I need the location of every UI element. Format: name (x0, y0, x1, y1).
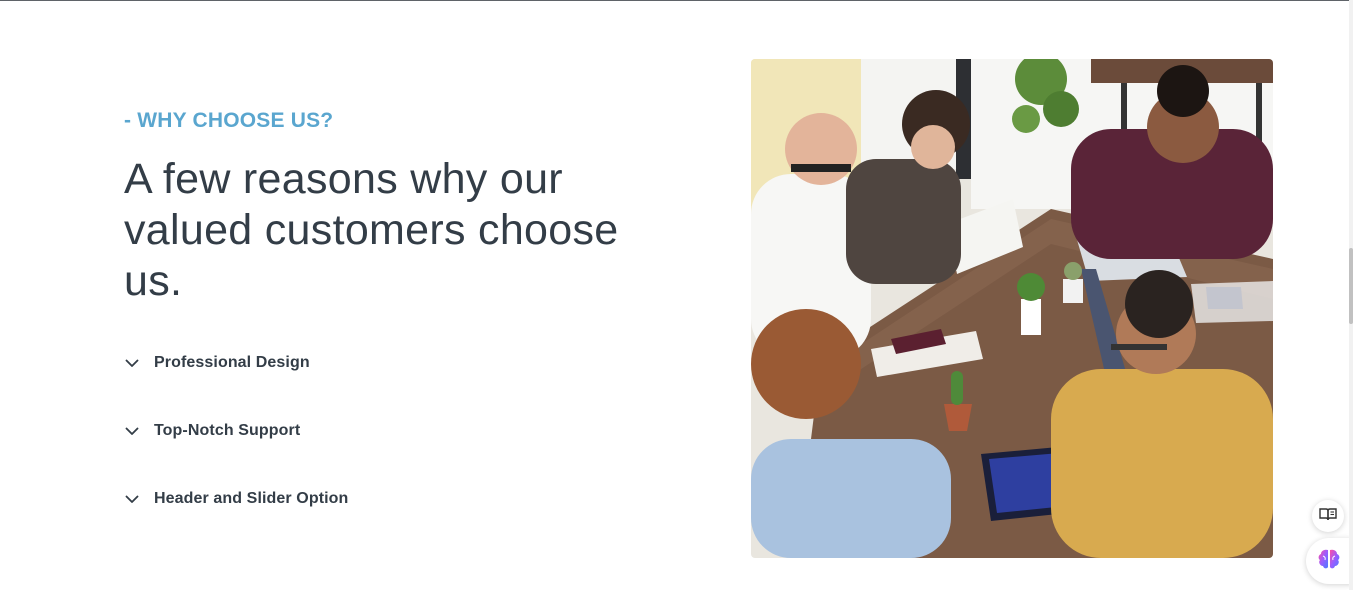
reader-mode-button[interactable] (1312, 500, 1344, 532)
brain-icon (1317, 548, 1341, 575)
accordion-item-professional-design[interactable]: Professional Design (124, 346, 624, 380)
why-choose-us-section: - WHY CHOOSE US? A few reasons why our v… (124, 108, 664, 307)
chevron-down-icon (124, 491, 140, 507)
ai-assistant-button[interactable] (1306, 538, 1352, 584)
accordion-item-top-notch-support[interactable]: Top-Notch Support (124, 414, 624, 448)
top-divider (0, 0, 1353, 1)
chevron-down-icon (124, 423, 140, 439)
page: - WHY CHOOSE US? A few reasons why our v… (0, 0, 1353, 590)
accordion-item-header-slider-option[interactable]: Header and Slider Option (124, 482, 624, 516)
accordion-item-label: Header and Slider Option (154, 490, 349, 507)
section-headline: A few reasons why our valued customers c… (124, 155, 619, 305)
accordion-item-label: Professional Design (154, 354, 310, 371)
team-meeting-photo (751, 59, 1273, 558)
features-accordion: Professional Design Top-Notch Support He… (124, 346, 624, 550)
page-scrollbar[interactable] (1349, 0, 1353, 590)
accordion-item-label: Top-Notch Support (154, 422, 301, 439)
book-open-icon (1319, 507, 1337, 526)
chevron-down-icon (124, 355, 140, 371)
section-eyebrow: - WHY CHOOSE US? (124, 109, 334, 132)
scrollbar-thumb[interactable] (1349, 248, 1353, 324)
